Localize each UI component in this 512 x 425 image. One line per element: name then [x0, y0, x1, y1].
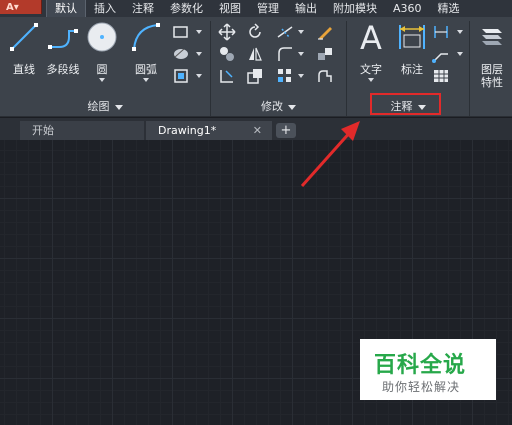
watermark-logo: 百科全说 助你轻松解决 [360, 339, 496, 400]
watermark-title: 百科全说 [374, 353, 467, 378]
watermark-subtitle: 助你轻松解决 [382, 380, 461, 394]
